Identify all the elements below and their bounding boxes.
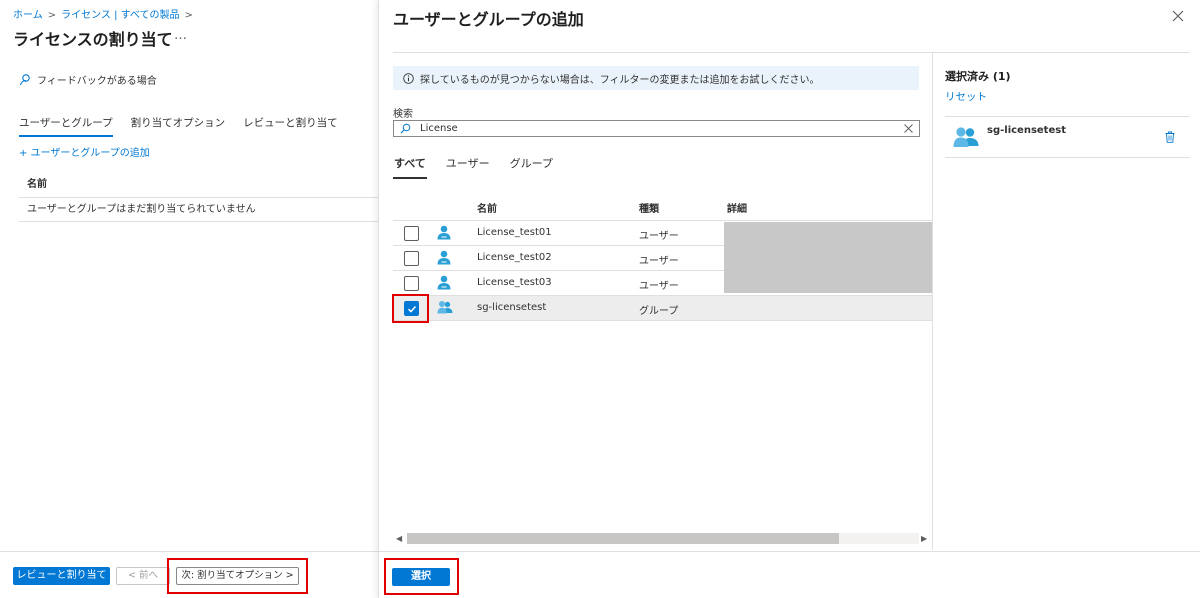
row-name: License_test02 — [477, 252, 552, 263]
search-icon — [400, 123, 411, 134]
panel-footer: 選択 — [379, 551, 1200, 598]
feedback-label: フィードバックがある場合 — [37, 76, 157, 87]
chevron-right-icon: > — [47, 10, 57, 21]
selected-title: 選択済み (1) — [945, 70, 1011, 83]
feedback-icon — [19, 74, 31, 86]
column-header-name[interactable]: 名前 — [19, 172, 378, 198]
tab-review-assign[interactable]: レビューと割り当て — [243, 115, 338, 137]
horizontal-scrollbar[interactable]: ◀ ▶ — [393, 531, 933, 545]
filter-tabs: すべて ユーザー グループ — [393, 155, 554, 179]
row-name: License_test03 — [477, 277, 552, 288]
search-label: 検索 — [393, 109, 413, 120]
group-icon — [437, 301, 453, 314]
more-options-button[interactable]: … — [174, 28, 188, 43]
highlight-box — [167, 558, 308, 594]
grid-header: 名前 種類 詳細 — [393, 192, 933, 221]
close-icon[interactable] — [1172, 10, 1184, 22]
add-users-groups-link[interactable]: + ユーザーとグループの追加 — [19, 144, 150, 159]
panel-title: ユーザーとグループの追加 — [393, 10, 584, 29]
assign-tabs: ユーザーとグループ 割り当てオプション レビューと割り当て — [19, 115, 338, 137]
column-header-details[interactable]: 詳細 — [727, 200, 747, 215]
row-type: グループ — [639, 306, 679, 317]
breadcrumb: ホーム > ライセンス | すべての製品 > — [13, 6, 198, 21]
trash-icon[interactable] — [1165, 131, 1175, 143]
row-type: ユーザー — [639, 256, 679, 267]
table-row[interactable]: sg-licensetest グループ — [393, 296, 933, 321]
tab-users-groups[interactable]: ユーザーとグループ — [19, 115, 113, 137]
info-bar: 探しているものが見つからない場合は、フィルターの変更または追加をお試しください。 — [393, 66, 919, 90]
column-header-type[interactable]: 種類 — [639, 200, 659, 215]
scroll-right-icon[interactable]: ▶ — [921, 533, 927, 544]
row-checkbox[interactable] — [404, 226, 419, 241]
review-assign-button[interactable]: レビューと割り当て — [13, 567, 110, 585]
row-name: License_test01 — [477, 227, 552, 238]
info-icon — [403, 72, 414, 84]
tab-all[interactable]: すべて — [393, 155, 427, 179]
left-footer: レビューと割り当て < 前へ 次: 割り当てオプション > — [0, 551, 378, 598]
scroll-left-icon[interactable]: ◀ — [396, 533, 402, 544]
tab-assign-options[interactable]: 割り当てオプション — [131, 115, 226, 137]
user-icon — [437, 275, 451, 290]
page-title: ライセンスの割り当て — [13, 30, 173, 49]
group-icon — [953, 127, 979, 147]
selected-pane: 選択済み (1) リセット sg-licensetest — [932, 52, 1200, 550]
search-value: License — [420, 123, 458, 134]
row-checkbox[interactable] — [404, 276, 419, 291]
row-checkbox[interactable] — [404, 251, 419, 266]
user-icon — [437, 225, 451, 240]
row-name: sg-licensetest — [477, 302, 547, 313]
breadcrumb-home[interactable]: ホーム — [13, 10, 43, 21]
tab-users[interactable]: ユーザー — [445, 155, 491, 179]
selected-item-name: sg-licensetest — [987, 125, 1066, 136]
row-type: ユーザー — [639, 231, 679, 242]
prev-button[interactable]: < 前へ — [116, 567, 170, 585]
assigned-table: 名前 ユーザーとグループはまだ割り当てられていません — [19, 172, 378, 222]
scroll-thumb[interactable] — [407, 533, 839, 544]
tab-groups[interactable]: グループ — [509, 155, 554, 179]
license-assign-blade: ホーム > ライセンス | すべての製品 > ライセンスの割り当て … フィードバック… — [0, 0, 378, 598]
info-text: 探しているものが見つからない場合は、フィルターの変更または追加をお試しください。 — [420, 74, 820, 86]
user-icon — [437, 250, 451, 265]
highlight-box — [392, 294, 429, 323]
clear-icon[interactable] — [904, 124, 913, 133]
empty-message: ユーザーとグループはまだ割り当てられていません — [19, 198, 378, 222]
chevron-right-icon: > — [184, 10, 193, 21]
row-type: ユーザー — [639, 281, 679, 292]
reset-link[interactable]: リセット — [945, 89, 987, 104]
add-users-groups-panel: ユーザーとグループの追加 探しているものが見つからない場合は、フィルターの変更ま… — [378, 0, 1200, 598]
feedback-link[interactable]: フィードバックがある場合 — [19, 72, 157, 87]
selected-item: sg-licensetest — [945, 116, 1190, 158]
redacted-details — [724, 222, 932, 293]
column-header-name[interactable]: 名前 — [477, 200, 497, 215]
breadcrumb-licenses[interactable]: ライセンス | すべての製品 — [61, 10, 179, 21]
highlight-box — [384, 558, 459, 595]
search-input[interactable]: License — [393, 120, 920, 137]
